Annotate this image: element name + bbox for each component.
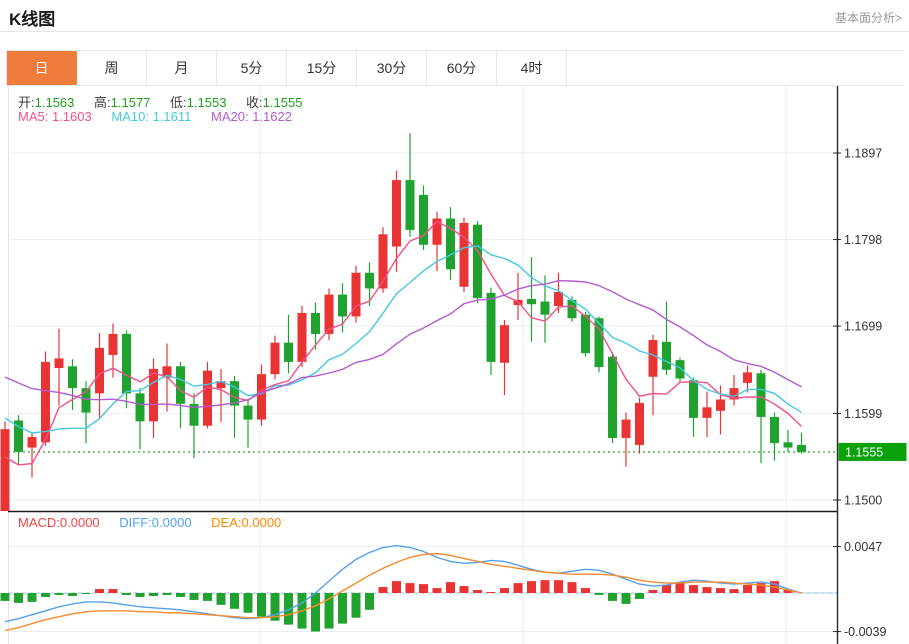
grid-layer — [8, 86, 837, 644]
current-price-badge: 1.1555 — [838, 442, 907, 461]
axis-tick-label: 1.1500 — [844, 494, 882, 508]
tab-日[interactable]: 日 — [7, 51, 77, 85]
price-axis: 1.1897 1.1798 1.1699 1.1599 1.1500 0.0047 -0.0… — [833, 86, 886, 644]
tab-30分[interactable]: 30分 — [357, 51, 427, 85]
kline-chart-canvas[interactable]: 1.1897 1.1798 1.1699 1.1599 1.1500 0.0047 -0.0… — [0, 86, 909, 644]
axis-tick-label: 1.1798 — [844, 233, 882, 247]
axis-tick-label: -0.0039 — [844, 625, 886, 639]
svg-text:1.1555: 1.1555 — [845, 445, 883, 459]
kline-page: K线图 基本面分析> 日周月 5分 15分 30分 60分 4时 1.1897 1.1798… — [0, 0, 909, 644]
axis-tick-label: 1.1699 — [844, 320, 882, 334]
tab-bar: 日周月 5分 15分 30分 60分 4时 — [6, 50, 903, 86]
candles-layer — [0, 132, 806, 511]
page-title: K线图 — [9, 10, 56, 29]
tab-周[interactable]: 周 — [77, 51, 147, 85]
tab-4时[interactable]: 4时 — [497, 51, 567, 85]
tab-15分[interactable]: 15分 — [287, 51, 357, 85]
axis-tick-label: 1.1599 — [844, 407, 882, 421]
page-header: K线图 基本面分析> — [0, 0, 909, 32]
fundamental-analysis-link[interactable]: 基本面分析> — [835, 9, 902, 26]
tab-月[interactable]: 月 — [147, 51, 217, 85]
tab-5分[interactable]: 5分 — [217, 51, 287, 85]
macd-histogram-layer — [0, 580, 793, 632]
axis-tick-label: 0.0047 — [844, 540, 882, 554]
tab-60分[interactable]: 60分 — [427, 51, 497, 85]
axis-tick-label: 1.1897 — [844, 147, 882, 161]
kline-chart[interactable]: 1.1897 1.1798 1.1699 1.1599 1.1500 0.0047 -0.0… — [0, 86, 909, 644]
